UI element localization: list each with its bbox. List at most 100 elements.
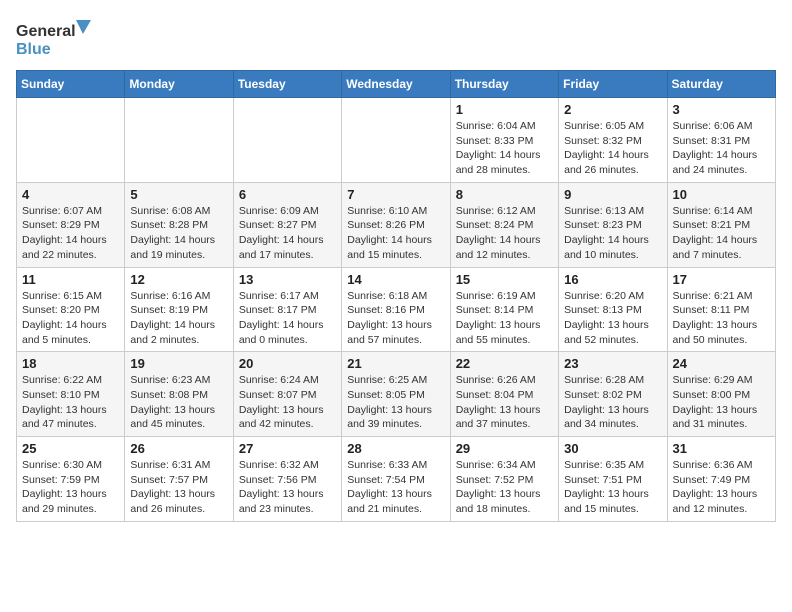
calendar-cell: 14 Sunrise: 6:18 AM Sunset: 8:16 PM Dayli… xyxy=(342,267,450,352)
day-number: 1 xyxy=(456,102,553,117)
day-number: 10 xyxy=(673,187,770,202)
day-number: 30 xyxy=(564,441,661,456)
calendar-cell: 12 Sunrise: 6:16 AM Sunset: 8:19 PM Dayli… xyxy=(125,267,233,352)
day-info: Sunrise: 6:16 AM Sunset: 8:19 PM Dayligh… xyxy=(130,289,227,348)
calendar-week-1: 1 Sunrise: 6:04 AM Sunset: 8:33 PM Daylig… xyxy=(17,98,776,183)
day-number: 27 xyxy=(239,441,336,456)
calendar-table: SundayMondayTuesdayWednesdayThursdayFrid… xyxy=(16,70,776,522)
weekday-header-tuesday: Tuesday xyxy=(233,71,341,98)
calendar-cell: 23 Sunrise: 6:28 AM Sunset: 8:02 PM Dayli… xyxy=(559,352,667,437)
calendar-cell: 13 Sunrise: 6:17 AM Sunset: 8:17 PM Dayli… xyxy=(233,267,341,352)
day-info: Sunrise: 6:07 AM Sunset: 8:29 PM Dayligh… xyxy=(22,204,119,263)
calendar-cell xyxy=(125,98,233,183)
day-info: Sunrise: 6:21 AM Sunset: 8:11 PM Dayligh… xyxy=(673,289,770,348)
day-number: 9 xyxy=(564,187,661,202)
day-number: 19 xyxy=(130,356,227,371)
day-info: Sunrise: 6:31 AM Sunset: 7:57 PM Dayligh… xyxy=(130,458,227,517)
day-info: Sunrise: 6:26 AM Sunset: 8:04 PM Dayligh… xyxy=(456,373,553,432)
day-number: 11 xyxy=(22,272,119,287)
day-info: Sunrise: 6:18 AM Sunset: 8:16 PM Dayligh… xyxy=(347,289,444,348)
day-info: Sunrise: 6:28 AM Sunset: 8:02 PM Dayligh… xyxy=(564,373,661,432)
calendar-cell xyxy=(233,98,341,183)
day-number: 23 xyxy=(564,356,661,371)
weekday-header-sunday: Sunday xyxy=(17,71,125,98)
day-info: Sunrise: 6:12 AM Sunset: 8:24 PM Dayligh… xyxy=(456,204,553,263)
day-number: 22 xyxy=(456,356,553,371)
day-info: Sunrise: 6:17 AM Sunset: 8:17 PM Dayligh… xyxy=(239,289,336,348)
day-number: 14 xyxy=(347,272,444,287)
logo-svg: GeneralBlue xyxy=(16,16,96,58)
calendar-cell: 28 Sunrise: 6:33 AM Sunset: 7:54 PM Dayli… xyxy=(342,437,450,522)
calendar-cell: 17 Sunrise: 6:21 AM Sunset: 8:11 PM Dayli… xyxy=(667,267,775,352)
logo: GeneralBlue xyxy=(16,16,96,58)
calendar-cell: 29Sunrise: 6:34 AM Sunset: 7:52 PM Dayli… xyxy=(450,437,558,522)
calendar-cell: 5Sunrise: 6:08 AM Sunset: 8:28 PM Daylig… xyxy=(125,182,233,267)
day-number: 20 xyxy=(239,356,336,371)
day-info: Sunrise: 6:08 AM Sunset: 8:28 PM Dayligh… xyxy=(130,204,227,263)
calendar-cell: 3 Sunrise: 6:06 AM Sunset: 8:31 PM Daylig… xyxy=(667,98,775,183)
calendar-week-3: 11 Sunrise: 6:15 AM Sunset: 8:20 PM Dayli… xyxy=(17,267,776,352)
day-info: Sunrise: 6:09 AM Sunset: 8:27 PM Dayligh… xyxy=(239,204,336,263)
day-number: 16 xyxy=(564,272,661,287)
day-number: 2 xyxy=(564,102,661,117)
calendar-cell: 15 Sunrise: 6:19 AM Sunset: 8:14 PM Dayli… xyxy=(450,267,558,352)
day-info: Sunrise: 6:32 AM Sunset: 7:56 PM Dayligh… xyxy=(239,458,336,517)
calendar-cell: 10 Sunrise: 6:14 AM Sunset: 8:21 PM Dayli… xyxy=(667,182,775,267)
calendar-cell: 16 Sunrise: 6:20 AM Sunset: 8:13 PM Dayli… xyxy=(559,267,667,352)
day-info: Sunrise: 6:23 AM Sunset: 8:08 PM Dayligh… xyxy=(130,373,227,432)
weekday-header-friday: Friday xyxy=(559,71,667,98)
day-info: Sunrise: 6:25 AM Sunset: 8:05 PM Dayligh… xyxy=(347,373,444,432)
day-number: 15 xyxy=(456,272,553,287)
day-info: Sunrise: 6:34 AM Sunset: 7:52 PM Dayligh… xyxy=(456,458,553,517)
calendar-cell: 21 Sunrise: 6:25 AM Sunset: 8:05 PM Dayli… xyxy=(342,352,450,437)
day-info: Sunrise: 6:30 AM Sunset: 7:59 PM Dayligh… xyxy=(22,458,119,517)
day-info: Sunrise: 6:33 AM Sunset: 7:54 PM Dayligh… xyxy=(347,458,444,517)
day-number: 7 xyxy=(347,187,444,202)
calendar-cell: 18Sunrise: 6:22 AM Sunset: 8:10 PM Dayli… xyxy=(17,352,125,437)
day-number: 28 xyxy=(347,441,444,456)
day-number: 8 xyxy=(456,187,553,202)
weekday-header-wednesday: Wednesday xyxy=(342,71,450,98)
calendar-cell: 27 Sunrise: 6:32 AM Sunset: 7:56 PM Dayli… xyxy=(233,437,341,522)
day-info: Sunrise: 6:14 AM Sunset: 8:21 PM Dayligh… xyxy=(673,204,770,263)
day-info: Sunrise: 6:29 AM Sunset: 8:00 PM Dayligh… xyxy=(673,373,770,432)
calendar-week-5: 25 Sunrise: 6:30 AM Sunset: 7:59 PM Dayli… xyxy=(17,437,776,522)
day-info: Sunrise: 6:13 AM Sunset: 8:23 PM Dayligh… xyxy=(564,204,661,263)
day-info: Sunrise: 6:06 AM Sunset: 8:31 PM Dayligh… xyxy=(673,119,770,178)
calendar-cell: 25 Sunrise: 6:30 AM Sunset: 7:59 PM Dayli… xyxy=(17,437,125,522)
calendar-cell: 9 Sunrise: 6:13 AM Sunset: 8:23 PM Daylig… xyxy=(559,182,667,267)
weekday-header-monday: Monday xyxy=(125,71,233,98)
calendar-cell: 26 Sunrise: 6:31 AM Sunset: 7:57 PM Dayli… xyxy=(125,437,233,522)
day-info: Sunrise: 6:05 AM Sunset: 8:32 PM Dayligh… xyxy=(564,119,661,178)
weekday-header-saturday: Saturday xyxy=(667,71,775,98)
day-info: Sunrise: 6:35 AM Sunset: 7:51 PM Dayligh… xyxy=(564,458,661,517)
calendar-cell: 1 Sunrise: 6:04 AM Sunset: 8:33 PM Daylig… xyxy=(450,98,558,183)
calendar-cell xyxy=(17,98,125,183)
day-number: 17 xyxy=(673,272,770,287)
svg-text:Blue: Blue xyxy=(16,41,51,58)
day-number: 13 xyxy=(239,272,336,287)
calendar-cell: 4Sunrise: 6:07 AM Sunset: 8:29 PM Daylig… xyxy=(17,182,125,267)
day-number: 12 xyxy=(130,272,227,287)
day-info: Sunrise: 6:04 AM Sunset: 8:33 PM Dayligh… xyxy=(456,119,553,178)
calendar-week-4: 18Sunrise: 6:22 AM Sunset: 8:10 PM Dayli… xyxy=(17,352,776,437)
calendar-cell: 31Sunrise: 6:36 AM Sunset: 7:49 PM Dayli… xyxy=(667,437,775,522)
calendar-cell: 2 Sunrise: 6:05 AM Sunset: 8:32 PM Daylig… xyxy=(559,98,667,183)
day-info: Sunrise: 6:24 AM Sunset: 8:07 PM Dayligh… xyxy=(239,373,336,432)
calendar-cell: 20 Sunrise: 6:24 AM Sunset: 8:07 PM Dayli… xyxy=(233,352,341,437)
day-number: 26 xyxy=(130,441,227,456)
calendar-cell: 8 Sunrise: 6:12 AM Sunset: 8:24 PM Daylig… xyxy=(450,182,558,267)
day-number: 25 xyxy=(22,441,119,456)
day-info: Sunrise: 6:15 AM Sunset: 8:20 PM Dayligh… xyxy=(22,289,119,348)
day-number: 3 xyxy=(673,102,770,117)
calendar-cell: 24Sunrise: 6:29 AM Sunset: 8:00 PM Dayli… xyxy=(667,352,775,437)
calendar-cell: 6Sunrise: 6:09 AM Sunset: 8:27 PM Daylig… xyxy=(233,182,341,267)
calendar-cell: 7Sunrise: 6:10 AM Sunset: 8:26 PM Daylig… xyxy=(342,182,450,267)
calendar-cell: 11 Sunrise: 6:15 AM Sunset: 8:20 PM Dayli… xyxy=(17,267,125,352)
day-number: 21 xyxy=(347,356,444,371)
day-number: 31 xyxy=(673,441,770,456)
day-info: Sunrise: 6:19 AM Sunset: 8:14 PM Dayligh… xyxy=(456,289,553,348)
calendar-cell xyxy=(342,98,450,183)
day-info: Sunrise: 6:20 AM Sunset: 8:13 PM Dayligh… xyxy=(564,289,661,348)
weekday-header-thursday: Thursday xyxy=(450,71,558,98)
